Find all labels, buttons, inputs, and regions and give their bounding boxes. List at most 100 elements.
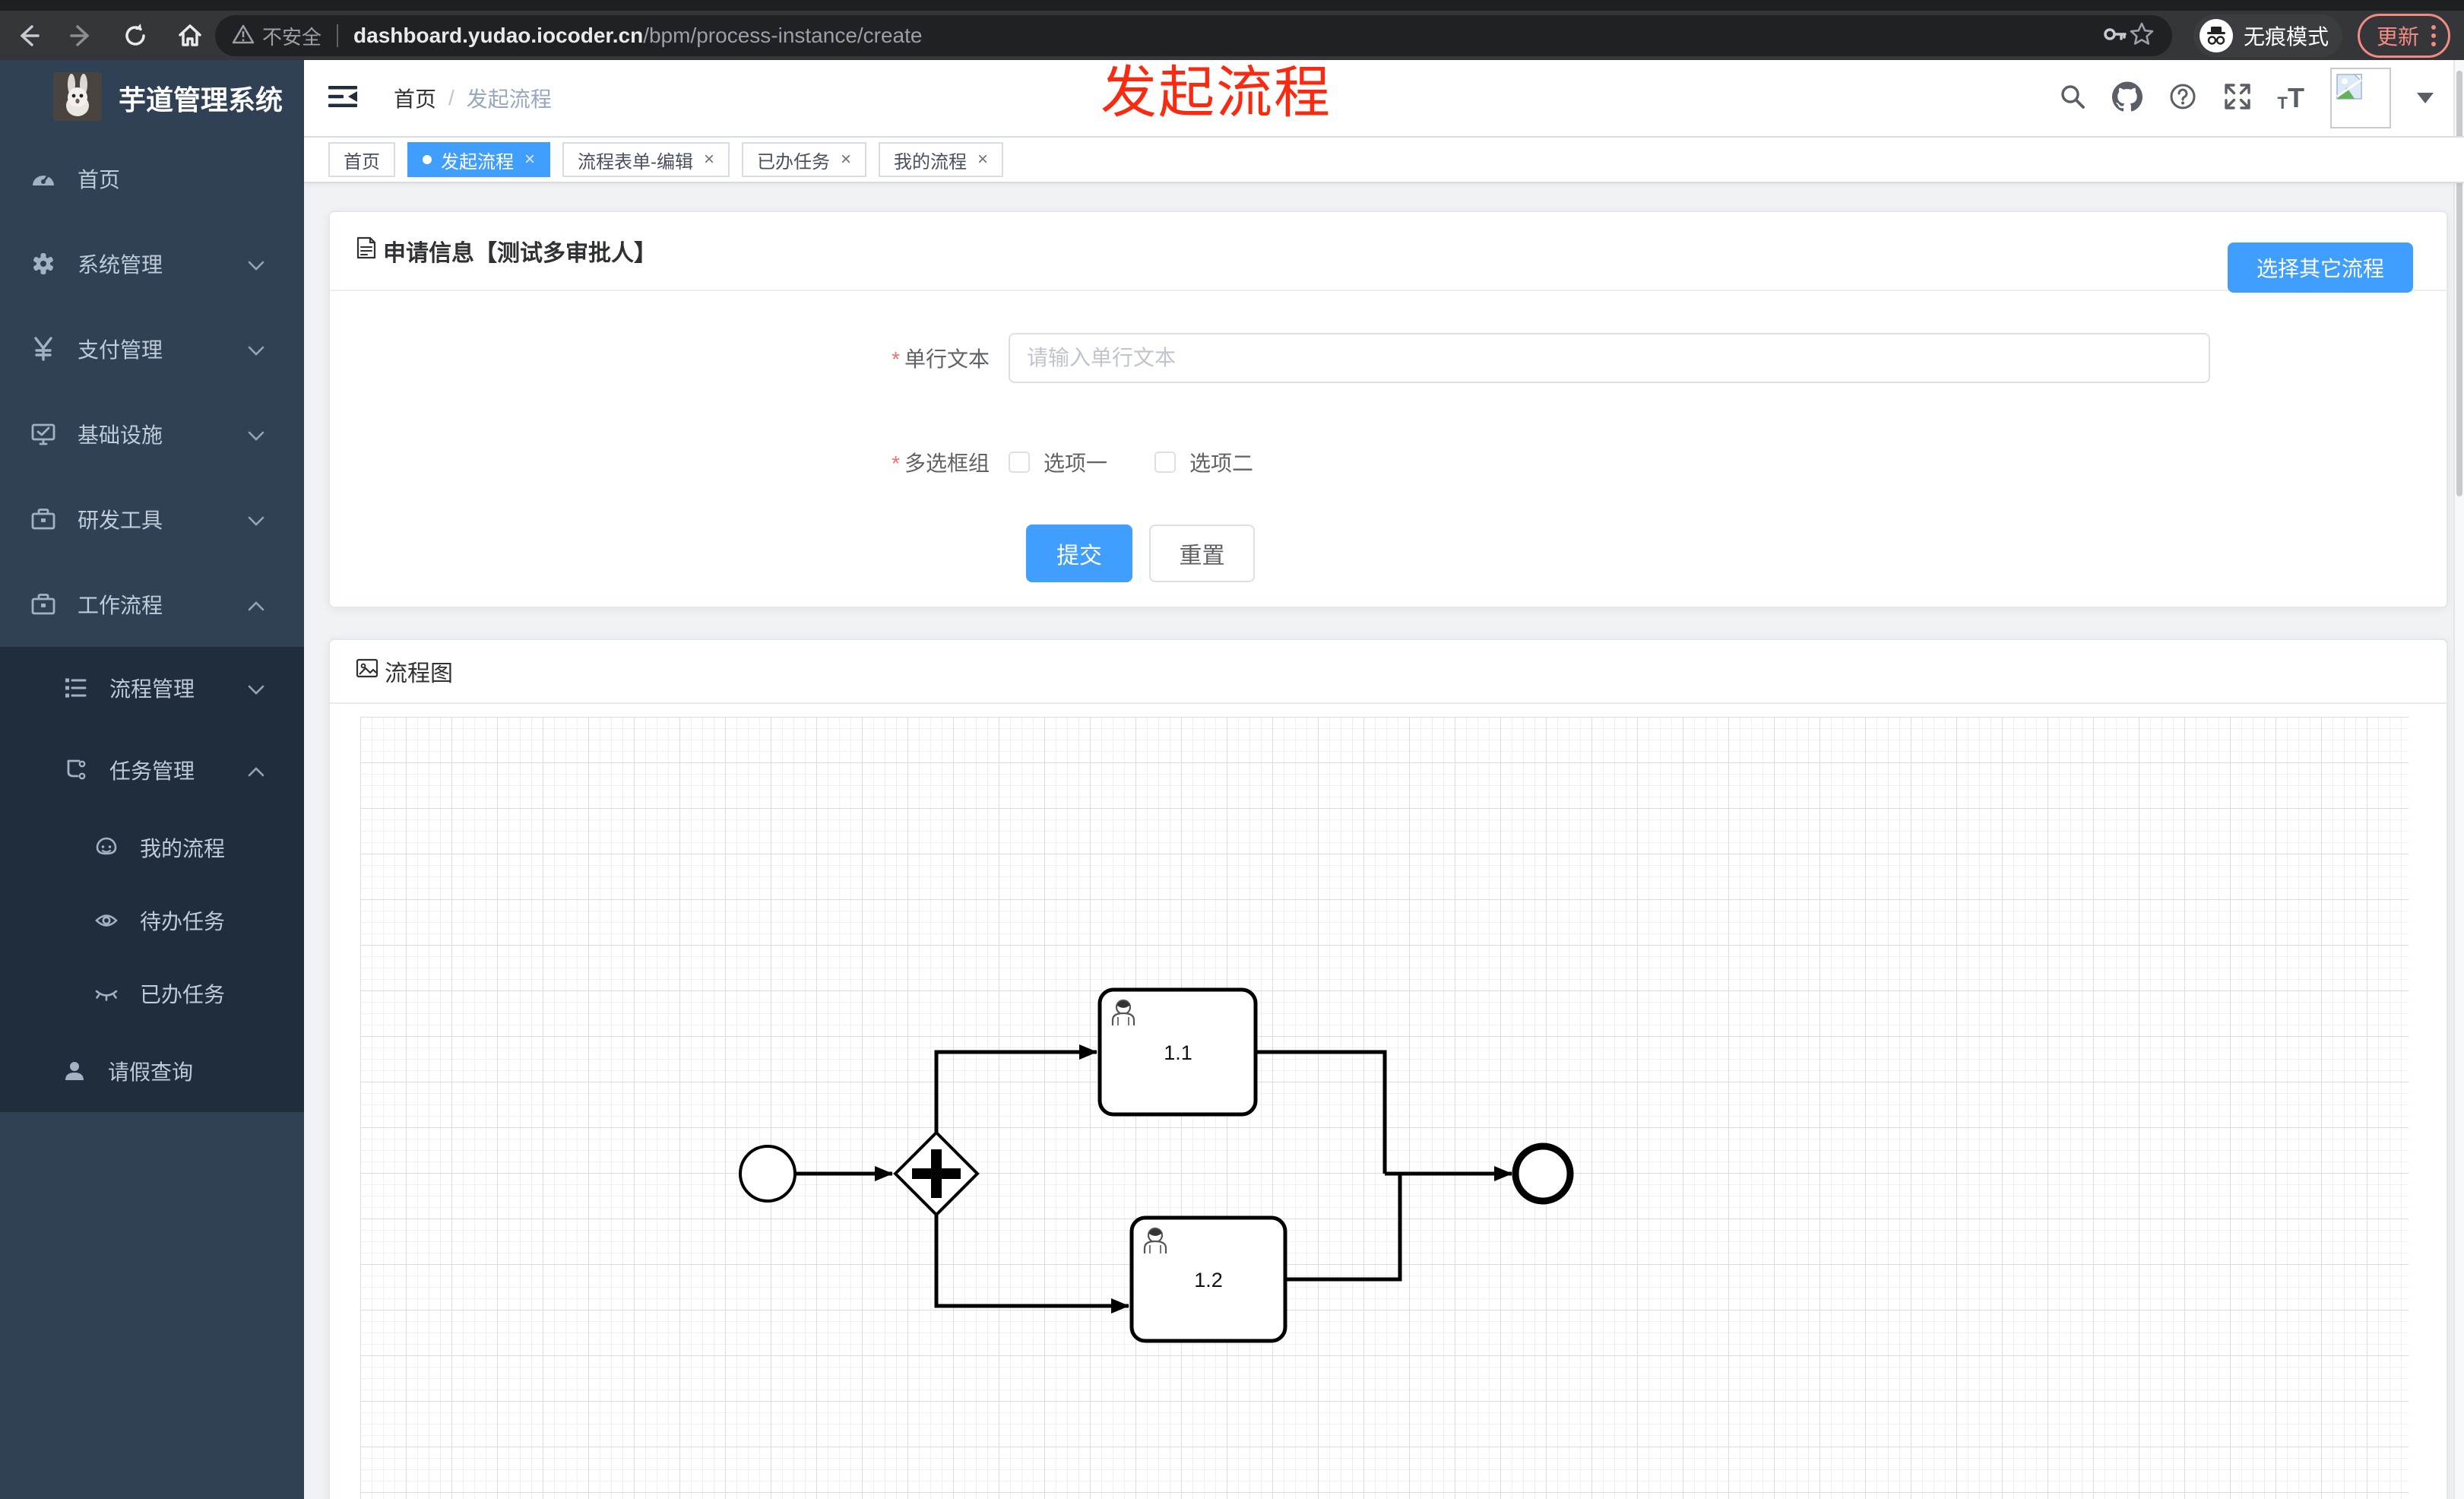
close-icon[interactable]: × (704, 149, 714, 170)
avatar-caret-icon[interactable] (2417, 93, 2434, 103)
chevron-down-icon (248, 507, 264, 531)
breadcrumb-home[interactable]: 首页 (394, 83, 436, 113)
sidebar-item-label: 我的流程 (140, 837, 226, 860)
chevron-up-icon (248, 592, 264, 616)
sidebar-item-process-mgmt[interactable]: 流程管理 (0, 647, 304, 729)
url-host: dashboard.yudao.iocoder.cn (353, 24, 644, 47)
sidebar-item-label: 流程管理 (109, 677, 195, 701)
checkbox-option-2[interactable]: 选项二 (1154, 447, 1253, 477)
tab-start-process[interactable]: 发起流程 × (407, 142, 551, 177)
bpmn-parallel-gateway[interactable] (893, 1130, 980, 1217)
chevron-down-icon (248, 422, 264, 446)
incognito-label: 无痕模式 (2243, 24, 2329, 49)
checkbox-group: 选项一 选项二 (1009, 447, 1253, 477)
fullscreen-icon[interactable] (2223, 82, 2252, 115)
sidebar-item-payment[interactable]: 支付管理 (0, 306, 304, 391)
dashboard-icon (30, 166, 56, 192)
sidebar-item-label: 系统管理 (78, 253, 163, 277)
user-icon (62, 1059, 87, 1083)
security-label[interactable]: 不安全 (262, 22, 321, 50)
sidebar-item-infra[interactable]: 基础设施 (0, 391, 304, 477)
task-label: 1.2 (1194, 1269, 1223, 1291)
sidebar-item-devtools[interactable]: 研发工具 (0, 477, 304, 562)
bpmn-end-event[interactable] (1512, 1142, 1574, 1205)
browser-tab-strip (0, 0, 2464, 11)
close-icon[interactable]: × (977, 149, 988, 170)
avatar[interactable] (2330, 68, 2391, 128)
gear-icon (30, 251, 56, 277)
robot-icon (94, 835, 119, 860)
close-icon[interactable]: × (524, 149, 535, 170)
page-scrollbar[interactable] (2453, 60, 2464, 1499)
checkbox-icon[interactable] (1154, 452, 1177, 473)
incognito-icon (2199, 18, 2233, 52)
not-secure-icon[interactable] (232, 23, 255, 49)
password-key-icon[interactable] (2101, 21, 2128, 52)
chevron-down-icon (248, 337, 264, 361)
reload-icon[interactable] (122, 22, 149, 49)
app-logo-row[interactable]: 芋道管理系统 (0, 60, 304, 136)
sidebar-item-workflow[interactable]: 工作流程 (0, 562, 304, 647)
tags-view-bar: 首页 发起流程 × 流程表单-编辑 × 已办任务 × 我的流程 × (304, 136, 2464, 183)
flow-gateway-to-task-1-1 (934, 1044, 1097, 1133)
select-other-process-button[interactable]: 选择其它流程 (2227, 242, 2413, 293)
submit-button[interactable]: 提交 (1026, 524, 1132, 582)
browser-update-button[interactable]: 更新 (2357, 13, 2450, 58)
checkbox-option-1[interactable]: 选项一 (1009, 447, 1107, 477)
home-icon[interactable] (176, 22, 204, 49)
update-label[interactable]: 更新 (2377, 21, 2419, 51)
apply-info-card: 申请信息【测试多审批人】 选择其它流程 *单行文本 *多选框组 选项一 选项二 (328, 211, 2448, 608)
sidebar-item-my-process[interactable]: 我的流程 (0, 811, 304, 884)
scrollbar-thumb[interactable] (2456, 71, 2462, 496)
tab-done-tasks[interactable]: 已办任务 × (742, 142, 867, 177)
sidebar-item-leave-query[interactable]: 请假查询 (0, 1030, 304, 1112)
eye-closed-icon (94, 981, 119, 1006)
bpmn-user-task-1-2[interactable]: 1.2 (1129, 1215, 1287, 1343)
sidebar-item-system[interactable]: 系统管理 (0, 221, 304, 306)
sidebar-collapse-icon[interactable] (328, 84, 357, 113)
flow-task-1-1-out (1256, 1050, 1387, 1174)
help-icon[interactable] (2168, 82, 2197, 115)
image-icon (356, 657, 378, 686)
github-icon[interactable] (2111, 81, 2143, 116)
bpmn-canvas[interactable]: 1.1 1.2 (360, 717, 2409, 1499)
sidebar-item-done-tasks[interactable]: 已办任务 (0, 957, 304, 1030)
sidebar-item-label: 任务管理 (109, 759, 195, 783)
breadcrumb-separator: / (448, 86, 454, 109)
sidebar-item-label: 工作流程 (78, 594, 163, 617)
close-icon[interactable]: × (841, 149, 851, 170)
annotation-text: 发起流程 (1101, 61, 1332, 124)
chevron-down-icon (248, 252, 264, 276)
single-line-text-input[interactable] (1009, 333, 2210, 383)
tab-form-edit[interactable]: 流程表单-编辑 × (562, 142, 730, 177)
tab-home[interactable]: 首页 (328, 142, 395, 177)
form-row-checkbox: * 多选框组 选项一 选项二 (330, 447, 2447, 477)
briefcase-icon (30, 506, 56, 532)
bpmn-user-task-1-1[interactable]: 1.1 (1097, 987, 1258, 1117)
bookmark-star-icon[interactable] (2128, 21, 2155, 52)
font-size-icon[interactable]: TT (2278, 84, 2304, 112)
sidebar-item-todo-tasks[interactable]: 待办任务 (0, 884, 304, 957)
flow-task-1-2-out (1285, 1174, 1402, 1282)
sidebar-item-label: 支付管理 (78, 338, 163, 362)
sidebar-item-home[interactable]: 首页 (0, 136, 304, 221)
breadcrumb: 首页 / 发起流程 (394, 83, 552, 113)
chevron-down-icon (248, 676, 264, 700)
tab-my-process[interactable]: 我的流程 × (879, 142, 1004, 177)
reset-button[interactable]: 重置 (1149, 524, 1255, 582)
chevron-up-icon (248, 758, 264, 782)
forward-icon[interactable] (68, 23, 94, 49)
search-icon[interactable] (2059, 83, 2086, 114)
top-navbar: 首页 / 发起流程 TT (304, 60, 2464, 136)
back-icon[interactable] (15, 23, 41, 49)
required-asterisk: * (892, 347, 900, 371)
browser-menu-icon[interactable] (2431, 24, 2436, 46)
sidebar-item-label: 已办任务 (140, 983, 226, 1006)
form-row-text: * 单行文本 (330, 333, 2447, 383)
url-path: /bpm/process-instance/create (643, 24, 923, 47)
checkbox-icon[interactable] (1009, 452, 1030, 473)
sidebar: 芋道管理系统 首页 系统管理 支付管理 基础设施 研发工具 工作流程 流程管理 … (0, 60, 304, 1499)
bpmn-start-event[interactable] (739, 1145, 797, 1203)
briefcase-icon (30, 591, 56, 617)
sidebar-item-task-mgmt[interactable]: 任务管理 (0, 729, 304, 811)
